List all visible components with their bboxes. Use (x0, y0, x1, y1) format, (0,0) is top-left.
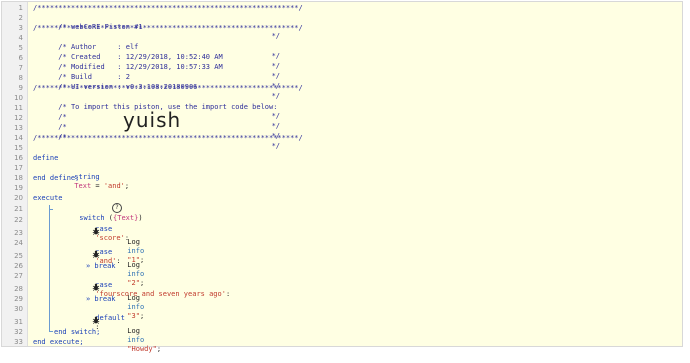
paren-close: ) (138, 214, 143, 222)
log-keyword: Log (127, 327, 140, 335)
bug-icon (92, 316, 100, 324)
log-level: info (127, 336, 145, 344)
log-keyword: Log (127, 261, 140, 269)
break-statement-2[interactable]: » break (86, 295, 116, 304)
execute-keyword[interactable]: execute (33, 194, 63, 203)
variable-value: 'and' (103, 182, 125, 190)
header-stars: /***************************************… (33, 24, 303, 32)
log-message: "Howdy" (127, 345, 157, 353)
bug-icon (92, 250, 100, 258)
semicolon: ; (156, 345, 162, 353)
comment-end: */ (271, 142, 280, 150)
code-editor[interactable]: 1 2 3 4 5 6 7 8 9 10 11 12 13 14 15 16 17 18 19 20 21 22 23 24 2… (1, 1, 683, 353)
code-area: /***************************************… (2, 2, 682, 353)
switch-bracket (49, 205, 50, 331)
bug-icon (92, 227, 100, 235)
switch-bracket-bottom (49, 331, 53, 332)
header-stars: /***************************************… (33, 84, 303, 92)
variable-name: Text (74, 182, 92, 190)
switch-bracket-top (49, 209, 53, 210)
header-stars: /***************************************… (33, 4, 303, 12)
semicolon: ; (124, 182, 130, 190)
log-keyword: Log (127, 238, 140, 246)
define-keyword[interactable]: define (33, 154, 58, 163)
end-define-keyword[interactable]: end define; (33, 174, 79, 183)
end-execute-keyword[interactable]: end execute; (33, 338, 84, 347)
log-keyword: Log (127, 294, 140, 302)
bug-icon (92, 283, 100, 291)
log-level: info (127, 303, 145, 311)
assign-operator: = (91, 182, 104, 190)
end-switch-keyword[interactable]: end switch; (54, 328, 100, 337)
import-code[interactable]: yuish (123, 109, 181, 131)
header-stars: /***************************************… (33, 134, 303, 142)
help-icon[interactable]: ? (112, 203, 122, 213)
break-statement-1[interactable]: » break (86, 262, 116, 271)
colon: : (225, 290, 231, 298)
log-action-4[interactable]: Log info "Howdy"; (102, 318, 161, 363)
